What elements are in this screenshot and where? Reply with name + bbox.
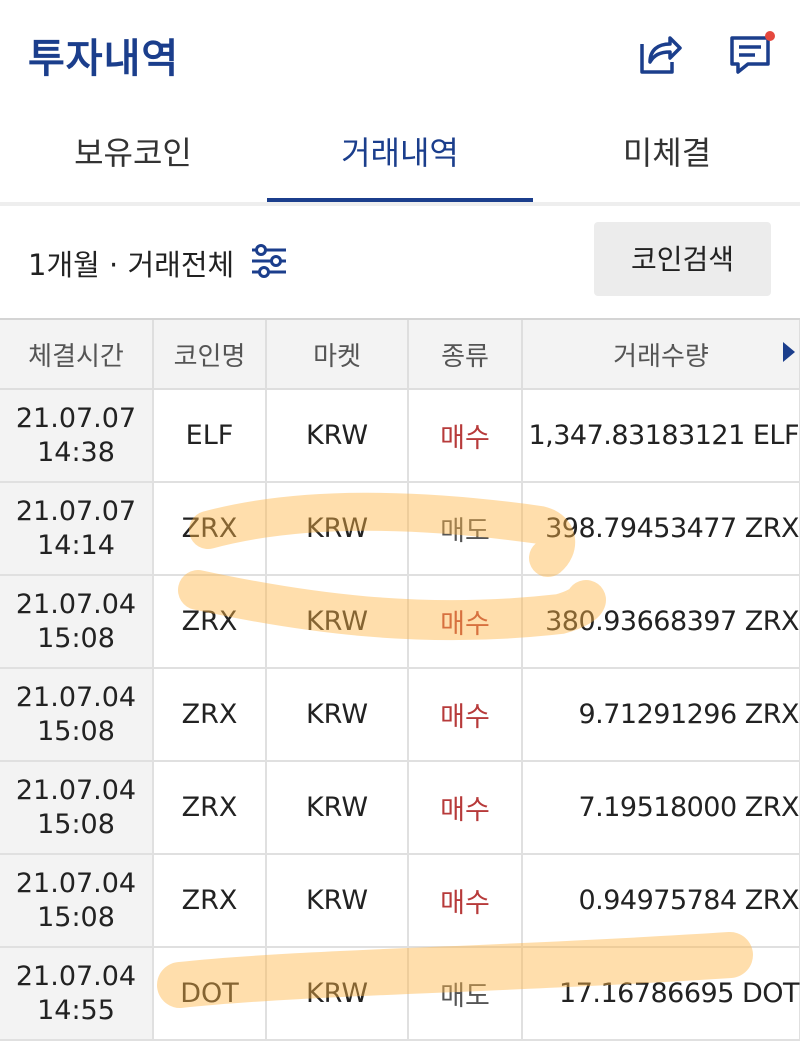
cell-time: 21.07.04 15:08 — [0, 668, 154, 762]
cell-type: 매수 — [408, 575, 523, 669]
table-row[interactable]: 21.07.04 15:08 ZRX KRW 매수 380.93668397 ZR… — [0, 575, 800, 669]
cell-market: KRW — [266, 482, 409, 576]
cell-type: 매수 — [408, 668, 523, 762]
cell-date: 21.07.04 — [15, 867, 137, 899]
cell-type: 매수 — [408, 389, 523, 483]
coin-search-button[interactable]: 코인검색 — [594, 222, 771, 296]
cell-time: 21.07.04 15:08 — [0, 854, 154, 948]
cell-clock: 14:14 — [37, 529, 115, 561]
cell-clock: 15:08 — [37, 901, 115, 933]
table-row[interactable]: 21.07.04 15:08 ZRX KRW 매수 9.71291296 ZRX — [0, 668, 800, 762]
cell-coin: DOT — [153, 947, 267, 1041]
table-body: 21.07.07 14:38 ELF KRW 매수 1,347.83183121 … — [0, 389, 800, 1041]
col-header-quantity[interactable]: 거래수량 — [522, 320, 800, 390]
cell-type: 매수 — [408, 854, 523, 948]
cell-date: 21.07.04 — [15, 681, 137, 713]
cell-date: 21.07.07 — [15, 495, 137, 527]
table-row[interactable]: 21.07.07 14:14 ZRX KRW 매도 398.79453477 ZR… — [0, 482, 800, 576]
cell-coin: ZRX — [153, 761, 267, 855]
cell-time: 21.07.04 15:08 — [0, 761, 154, 855]
share-icon[interactable] — [636, 30, 684, 78]
trade-history-table: 체결시간 코인명 마켓 종류 거래수량 21.07.07 14:38 ELF KR… — [0, 320, 800, 1041]
cell-time: 21.07.04 15:08 — [0, 575, 154, 669]
table-row[interactable]: 21.07.07 14:38 ELF KRW 매수 1,347.83183121 … — [0, 389, 800, 483]
cell-clock: 14:55 — [37, 994, 115, 1026]
cell-clock: 15:08 — [37, 622, 115, 654]
notification-dot — [765, 31, 775, 41]
app-header: 투자내역 — [0, 0, 800, 100]
col-header-quantity-label: 거래수량 — [613, 341, 709, 372]
table-row[interactable]: 21.07.04 15:08 ZRX KRW 매수 0.94975784 ZRX — [0, 854, 800, 948]
cell-time: 21.07.07 14:38 — [0, 389, 154, 483]
tab-bar: 보유코인 거래내역 미체결 — [0, 100, 800, 203]
filter-sliders-icon[interactable] — [250, 242, 288, 280]
cell-quantity: 380.93668397 ZRX — [522, 575, 800, 669]
col-header-time[interactable]: 체결시간 — [0, 320, 154, 390]
cell-market: KRW — [266, 575, 409, 669]
cell-clock: 14:38 — [37, 436, 115, 468]
page-title: 투자내역 — [28, 36, 180, 82]
col-header-market[interactable]: 마켓 — [266, 320, 409, 390]
cell-type: 매수 — [408, 761, 523, 855]
tab-holdings[interactable]: 보유코인 — [0, 100, 266, 202]
cell-coin: ZRX — [153, 668, 267, 762]
cell-quantity: 9.71291296 ZRX — [522, 668, 800, 762]
cell-date: 21.07.07 — [15, 402, 137, 434]
cell-market: KRW — [266, 389, 409, 483]
filter-label[interactable]: 1개월 · 거래전체 — [28, 242, 234, 284]
col-header-type[interactable]: 종류 — [408, 320, 523, 390]
cell-quantity: 7.19518000 ZRX — [522, 761, 800, 855]
cell-quantity: 0.94975784 ZRX — [522, 854, 800, 948]
scroll-right-arrow-icon[interactable] — [783, 342, 795, 362]
chat-bubble-icon[interactable] — [728, 30, 776, 78]
cell-market: KRW — [266, 761, 409, 855]
cell-date: 21.07.04 — [15, 588, 137, 620]
cell-clock: 15:08 — [37, 808, 115, 840]
col-header-coin[interactable]: 코인명 — [153, 320, 267, 390]
cell-market: KRW — [266, 668, 409, 762]
table-header-row: 체결시간 코인명 마켓 종류 거래수량 — [0, 320, 800, 390]
cell-time: 21.07.04 14:55 — [0, 947, 154, 1041]
cell-time: 21.07.07 14:14 — [0, 482, 154, 576]
cell-quantity: 17.16786695 DOT — [522, 947, 800, 1041]
cell-date: 21.07.04 — [15, 774, 137, 806]
cell-date: 21.07.04 — [15, 960, 137, 992]
cell-coin: ELF — [153, 389, 267, 483]
tab-trade-history[interactable]: 거래내역 — [267, 100, 533, 202]
cell-market: KRW — [266, 854, 409, 948]
cell-coin: ZRX — [153, 482, 267, 576]
cell-type: 매도 — [408, 947, 523, 1041]
table-row[interactable]: 21.07.04 15:08 ZRX KRW 매수 7.19518000 ZRX — [0, 761, 800, 855]
cell-type: 매도 — [408, 482, 523, 576]
cell-quantity: 1,347.83183121 ELF — [522, 389, 800, 483]
cell-market: KRW — [266, 947, 409, 1041]
tab-open-orders[interactable]: 미체결 — [534, 100, 800, 202]
cell-coin: ZRX — [153, 854, 267, 948]
cell-clock: 15:08 — [37, 715, 115, 747]
cell-quantity: 398.79453477 ZRX — [522, 482, 800, 576]
table-row[interactable]: 21.07.04 14:55 DOT KRW 매도 17.16786695 DOT — [0, 947, 800, 1041]
filter-bar: 1개월 · 거래전체 코인검색 — [0, 206, 800, 320]
cell-coin: ZRX — [153, 575, 267, 669]
